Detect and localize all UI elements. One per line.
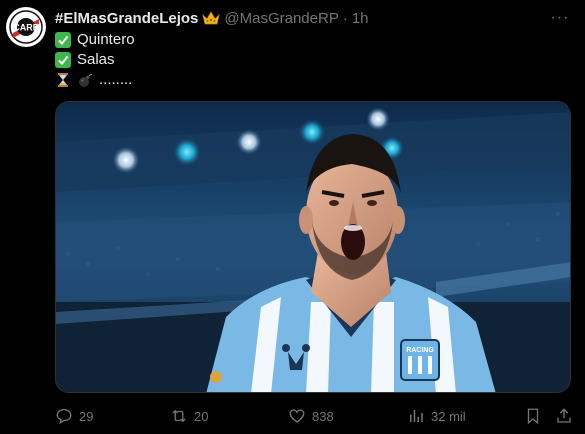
repost-count: 20 xyxy=(194,408,209,424)
analytics-icon xyxy=(410,410,423,422)
share-button[interactable] xyxy=(555,404,573,428)
tweet-text: Quintero Salas ........ xyxy=(55,30,135,90)
tweet-photo[interactable]: RACING xyxy=(55,101,571,393)
more-options-icon: ··· xyxy=(550,9,570,26)
jersey-badge-text: RACING xyxy=(406,347,434,354)
tweet-header: #ElMasGrandeLejos @MasGrandeRP · 1h xyxy=(55,7,369,29)
avatar[interactable]: CARP xyxy=(6,7,46,47)
more-options-button[interactable]: ··· xyxy=(549,8,571,28)
reply-icon xyxy=(56,408,72,425)
tweet-line: Quintero xyxy=(55,30,135,50)
repost-button[interactable]: 20 xyxy=(170,404,208,428)
tweet-line-text: Salas xyxy=(77,51,115,68)
view-count: 32 mil xyxy=(431,408,466,424)
display-name[interactable]: #ElMasGrandeLejos xyxy=(55,10,198,27)
handle[interactable]: @MasGrandeRP xyxy=(224,10,338,27)
reply-button[interactable]: 29 xyxy=(55,404,93,428)
heart-icon xyxy=(289,409,305,423)
reply-count: 29 xyxy=(79,408,94,424)
bookmark-button[interactable] xyxy=(524,404,542,428)
tweet-line: ........ xyxy=(55,70,135,90)
bookmark-icon xyxy=(527,408,539,425)
river-plate-crest-icon: CARP xyxy=(7,8,45,46)
views-button[interactable]: 32 mil xyxy=(407,404,466,428)
player-celebration-image: RACING xyxy=(56,102,570,392)
timestamp[interactable]: 1h xyxy=(352,10,369,27)
svg-text:CARP: CARP xyxy=(13,23,39,33)
like-count: 838 xyxy=(312,408,334,424)
check-mark-icon xyxy=(55,32,71,48)
bomb-icon xyxy=(77,72,93,88)
check-mark-icon xyxy=(55,52,71,68)
tweet-actions: 29 20 838 32 mil xyxy=(55,404,575,428)
like-button[interactable]: 838 xyxy=(288,404,334,428)
tweet[interactable]: CARP #ElMasGrandeLejos @MasGrandeRP · 1h… xyxy=(0,0,585,434)
share-icon xyxy=(557,408,571,423)
repost-icon xyxy=(172,409,186,423)
tweet-line: Salas xyxy=(55,50,135,70)
separator-dot: · xyxy=(342,9,348,27)
crown-icon xyxy=(202,10,221,26)
tweet-line-text: ........ xyxy=(99,71,133,88)
tweet-line-text: Quintero xyxy=(77,31,135,48)
hourglass-icon xyxy=(55,72,71,88)
